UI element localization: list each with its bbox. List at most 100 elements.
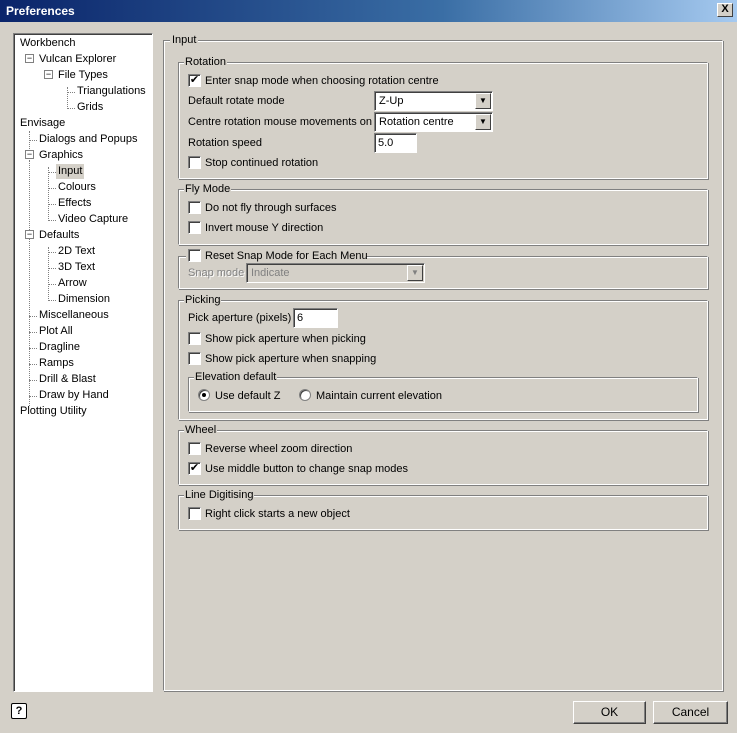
show-when-snapping-label: Show pick aperture when snapping xyxy=(205,353,377,365)
tree-item-effects[interactable]: Effects xyxy=(56,196,93,211)
use-default-z-label: Use default Z xyxy=(215,390,281,402)
tree-line xyxy=(48,252,56,253)
middle-button-checkbox[interactable]: ✔ xyxy=(188,462,201,475)
tree-item-drill-and-blast[interactable]: Drill & Blast xyxy=(37,372,98,387)
close-icon[interactable]: X xyxy=(717,3,733,17)
picking-group-label: Picking xyxy=(184,294,222,306)
tree-line xyxy=(67,87,68,109)
invert-y-label: Invert mouse Y direction xyxy=(205,222,324,234)
tree-line xyxy=(48,247,49,301)
tree-item-colours[interactable]: Colours xyxy=(56,180,98,195)
snap-mode-label: Enter snap mode when choosing rotation c… xyxy=(205,75,439,87)
snap-mode-select[interactable]: Indicate ▼ xyxy=(246,263,425,283)
help-icon[interactable]: ? xyxy=(11,703,27,719)
tree-line xyxy=(48,284,56,285)
tree-line xyxy=(67,92,75,93)
tree-item-graphics[interactable]: Graphics xyxy=(37,148,85,163)
invert-y-checkbox[interactable] xyxy=(188,221,201,234)
tree-item-file-types[interactable]: File Types xyxy=(56,68,110,83)
maintain-elevation-radio[interactable] xyxy=(299,389,311,401)
tree-line xyxy=(48,268,56,269)
right-click-label: Right click starts a new object xyxy=(205,508,350,520)
tree-item-envisage[interactable]: Envisage xyxy=(18,116,67,131)
wheel-group xyxy=(178,430,708,485)
rotation-speed-label: Rotation speed xyxy=(188,137,262,149)
chevron-down-icon[interactable]: ▼ xyxy=(407,265,423,281)
no-fly-through-checkbox[interactable] xyxy=(188,201,201,214)
default-rotate-label: Default rotate mode xyxy=(188,95,285,107)
tree-line xyxy=(48,167,49,221)
tree-line xyxy=(29,380,37,381)
show-when-picking-checkbox[interactable] xyxy=(188,332,201,345)
collapse-icon[interactable]: − xyxy=(25,230,34,239)
tree-item-3d-text[interactable]: 3D Text xyxy=(56,260,97,275)
right-click-checkbox[interactable] xyxy=(188,507,201,520)
pick-aperture-input[interactable]: 6 xyxy=(293,308,338,328)
centre-rotation-value: Rotation centre xyxy=(379,116,454,128)
tree-line xyxy=(48,172,56,173)
chevron-down-icon[interactable]: ▼ xyxy=(475,93,491,109)
tree-item-dragline[interactable]: Dragline xyxy=(37,340,82,355)
tree-item-input[interactable]: Input xyxy=(56,164,85,179)
default-rotate-select[interactable]: Z-Up ▼ xyxy=(374,91,493,111)
wheel-group-label: Wheel xyxy=(184,424,218,436)
fly-mode-group xyxy=(178,189,708,245)
tree-line xyxy=(29,332,37,333)
window-title: Preferences xyxy=(6,4,75,18)
middle-button-label: Use middle button to change snap modes xyxy=(205,463,409,475)
tree-line xyxy=(48,188,56,189)
chevron-down-icon[interactable]: ▼ xyxy=(475,114,491,130)
window-titlebar: Preferences X xyxy=(0,0,737,22)
ok-button[interactable]: OK xyxy=(573,701,646,724)
tree-line xyxy=(29,140,37,141)
reset-snap-checkbox[interactable] xyxy=(188,249,201,262)
show-when-snapping-checkbox[interactable] xyxy=(188,352,201,365)
tree-line xyxy=(29,161,30,406)
tree-item-vulcan-explorer[interactable]: Vulcan Explorer xyxy=(37,52,118,67)
snap-mode-field-label: Snap mode xyxy=(188,267,245,279)
tree-item-miscellaneous[interactable]: Miscellaneous xyxy=(37,308,111,323)
tree-line xyxy=(29,316,37,317)
tree-item-grids[interactable]: Grids xyxy=(75,100,105,115)
rotation-speed-input[interactable]: 5.0 xyxy=(374,133,417,153)
tree-item-video-capture[interactable]: Video Capture xyxy=(56,212,130,227)
stop-continued-label: Stop continued rotation xyxy=(205,157,319,169)
show-when-picking-label: Show pick aperture when picking xyxy=(205,333,366,345)
collapse-icon[interactable]: − xyxy=(44,70,53,79)
tree-item-draw-by-hand[interactable]: Draw by Hand xyxy=(37,388,111,403)
tree-item-workbench[interactable]: Workbench xyxy=(18,36,77,51)
maintain-elevation-label: Maintain current elevation xyxy=(316,390,442,402)
panel-title: Input xyxy=(170,34,199,46)
use-default-z-radio[interactable] xyxy=(198,389,210,401)
tree-line xyxy=(48,220,56,221)
stop-continued-checkbox[interactable] xyxy=(188,156,201,169)
centre-rotation-label: Centre rotation mouse movements on xyxy=(188,116,373,128)
tree-line xyxy=(29,396,37,397)
rotation-group-label: Rotation xyxy=(184,56,227,68)
collapse-icon[interactable]: − xyxy=(25,150,34,159)
line-digitising-group-label: Line Digitising xyxy=(184,489,255,501)
tree-item-plotting-utility[interactable]: Plotting Utility xyxy=(18,404,89,419)
collapse-icon[interactable]: − xyxy=(25,54,34,63)
cancel-button[interactable]: Cancel xyxy=(653,701,728,724)
tree-item-arrow[interactable]: Arrow xyxy=(56,276,89,291)
tree-item-dialogs-and-popups[interactable]: Dialogs and Popups xyxy=(37,132,139,147)
tree-item-dimension[interactable]: Dimension xyxy=(56,292,112,307)
centre-rotation-select[interactable]: Rotation centre ▼ xyxy=(374,112,493,132)
tree-item-2d-text[interactable]: 2D Text xyxy=(56,244,97,259)
snap-mode-checkbox[interactable]: ✔ xyxy=(188,74,201,87)
tree-line xyxy=(48,300,56,301)
tree-item-plot-all[interactable]: Plot All xyxy=(37,324,75,339)
tree-line xyxy=(29,364,37,365)
preferences-tree[interactable]: − − − − Workbench Vulcan Explorer File T… xyxy=(13,33,153,692)
tree-line xyxy=(67,108,75,109)
tree-line xyxy=(29,348,37,349)
tree-item-defaults[interactable]: Defaults xyxy=(37,228,81,243)
default-rotate-value: Z-Up xyxy=(379,95,404,107)
reverse-zoom-label: Reverse wheel zoom direction xyxy=(205,443,353,455)
fly-mode-group-label: Fly Mode xyxy=(184,183,232,195)
reverse-zoom-checkbox[interactable] xyxy=(188,442,201,455)
tree-item-triangulations[interactable]: Triangulations xyxy=(75,84,148,99)
tree-item-ramps[interactable]: Ramps xyxy=(37,356,76,371)
no-fly-through-label: Do not fly through surfaces xyxy=(205,202,337,214)
